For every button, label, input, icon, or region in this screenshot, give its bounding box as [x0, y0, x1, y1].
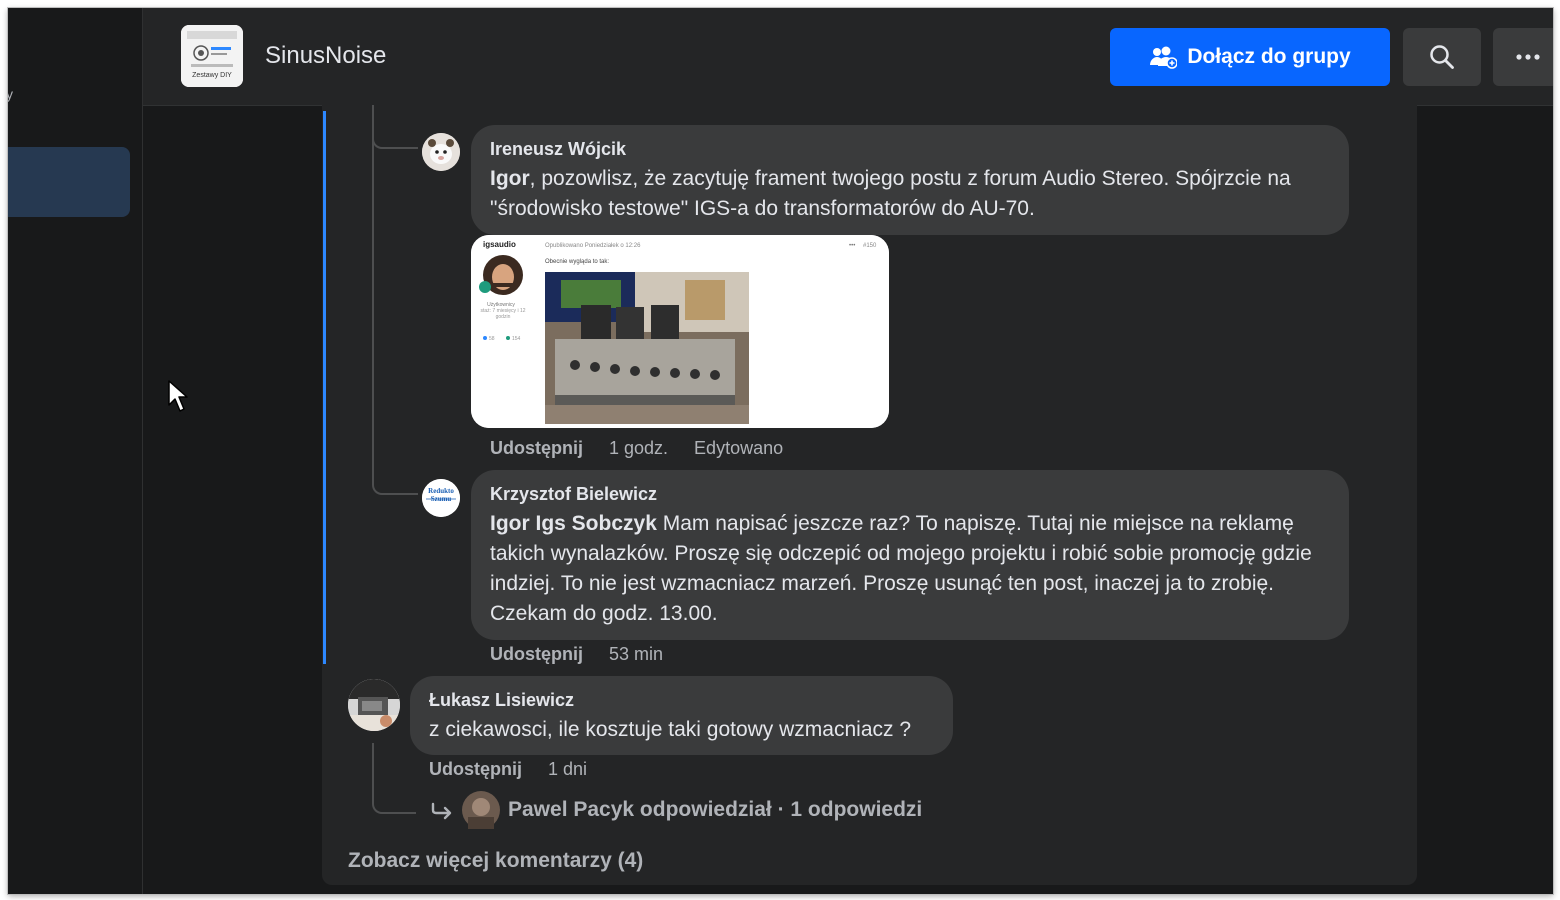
comment-body: , pozowlisz, że zacytuję frament twojego…: [490, 167, 1291, 220]
search-button[interactable]: [1403, 28, 1481, 86]
comment-bubble: Ireneusz Wójcik Igor, pozowlisz, że zacy…: [471, 125, 1349, 235]
comment-text: Igor Igs Sobczyk Mam napisać jeszcze raz…: [490, 509, 1330, 629]
comments-section: Ireneusz Wójcik Igor, pozowlisz, że zacy…: [322, 105, 1417, 885]
comment-meta: Udostępnij 1 godz. Edytowano: [490, 438, 783, 459]
share-link[interactable]: Udostępnij: [490, 438, 583, 459]
attachment-posted: Opublikowano Poniedziałek o 12:26: [545, 243, 641, 249]
reply-connector: [372, 105, 418, 495]
attachment-stat-posts: 58: [489, 336, 495, 342]
avatar[interactable]: Redukto Szumu: [422, 479, 460, 517]
left-nav-active-item[interactable]: [8, 147, 130, 217]
forum-screenshot: igsaudio Opublikowano Poniedziałek o 12:…: [471, 235, 889, 428]
group-avatar-image: Zestawy DIY: [181, 25, 243, 87]
replier-avatar: [462, 791, 500, 829]
avatar[interactable]: [348, 679, 400, 731]
comment-time[interactable]: 1 godz.: [609, 438, 668, 459]
group-avatar-text: Zestawy DIY: [192, 72, 232, 79]
view-replies-link[interactable]: Pawel Pacyk odpowiedział · 1 odpowiedzi: [430, 791, 922, 829]
left-nav-text: y: [8, 86, 13, 102]
attachment-post-text: Obecnie wygląda to tak:: [545, 259, 609, 265]
attachment-stat-rep: 154: [512, 336, 521, 342]
comment-bubble: Krzysztof Bielewicz Igor Igs Sobczyk Mam…: [471, 470, 1349, 640]
more-icon: [1516, 54, 1540, 60]
attachment-user: igsaudio: [483, 240, 516, 249]
avatar-image: [422, 133, 460, 171]
mouse-cursor: [168, 380, 190, 419]
join-group-label: Dołącz do grupy: [1187, 45, 1351, 68]
search-icon: [1430, 45, 1454, 69]
avatar-image: Redukto Szumu: [422, 479, 460, 517]
comment-meta: Udostępnij 53 min: [490, 644, 663, 665]
group-name[interactable]: SinusNoise: [265, 42, 386, 70]
comment-body: z ciekawosci, ile kosztuje taki gotowy w…: [429, 718, 912, 741]
cursor-icon: [168, 380, 188, 412]
comment-text: Igor, pozowlisz, że zacytuję frament two…: [490, 164, 1330, 224]
mention-link[interactable]: Igor Igs Sobczyk: [490, 512, 657, 535]
attachment-menu-dots: •••: [849, 243, 855, 249]
avatar-text: Redukto Szumu: [428, 487, 454, 503]
comment-bubble: Łukasz Lisiewicz z ciekawosci, ile koszt…: [410, 676, 953, 755]
reply-connector: [372, 743, 416, 814]
thread-highlight-bar: [323, 111, 326, 664]
group-join-icon: [1150, 46, 1178, 69]
comment-time[interactable]: 53 min: [609, 644, 663, 665]
edited-label[interactable]: Edytowano: [694, 438, 783, 459]
more-options-button[interactable]: [1493, 28, 1553, 86]
avatar-image: [348, 679, 400, 731]
comment-author[interactable]: Łukasz Lisiewicz: [429, 690, 934, 711]
group-avatar[interactable]: Zestawy DIY: [181, 25, 243, 87]
left-navigation: y: [8, 8, 143, 894]
app-window: y Zestawy DIY SinusNoise Dołącz do grupy…: [8, 8, 1553, 894]
comment-time[interactable]: 1 dni: [548, 759, 587, 780]
group-header: Zestawy DIY SinusNoise Dołącz do grupy: [143, 8, 1553, 106]
share-link[interactable]: Udostępnij: [490, 644, 583, 665]
view-replies-label: Pawel Pacyk odpowiedział · 1 odpowiedzi: [508, 798, 923, 821]
attachment-post-number: #150: [863, 243, 877, 249]
mention-link[interactable]: Igor: [490, 167, 530, 190]
join-group-button[interactable]: Dołącz do grupy: [1110, 28, 1390, 86]
attachment-tenure: staż: 7 miesięcy i 12 godzin: [480, 308, 526, 320]
amplifier-photo: [545, 272, 749, 424]
avatar[interactable]: [422, 133, 460, 171]
see-more-comments-link[interactable]: Zobacz więcej komentarzy (4): [348, 849, 643, 873]
comment-attachment-image[interactable]: igsaudio Opublikowano Poniedziałek o 12:…: [471, 235, 889, 428]
comment-meta: Udostępnij 1 dni: [429, 759, 587, 780]
reply-arrow-icon: [431, 802, 452, 820]
comment-author[interactable]: Krzysztof Bielewicz: [490, 484, 1330, 505]
comment-author[interactable]: Ireneusz Wójcik: [490, 139, 1330, 160]
share-link[interactable]: Udostępnij: [429, 759, 522, 780]
